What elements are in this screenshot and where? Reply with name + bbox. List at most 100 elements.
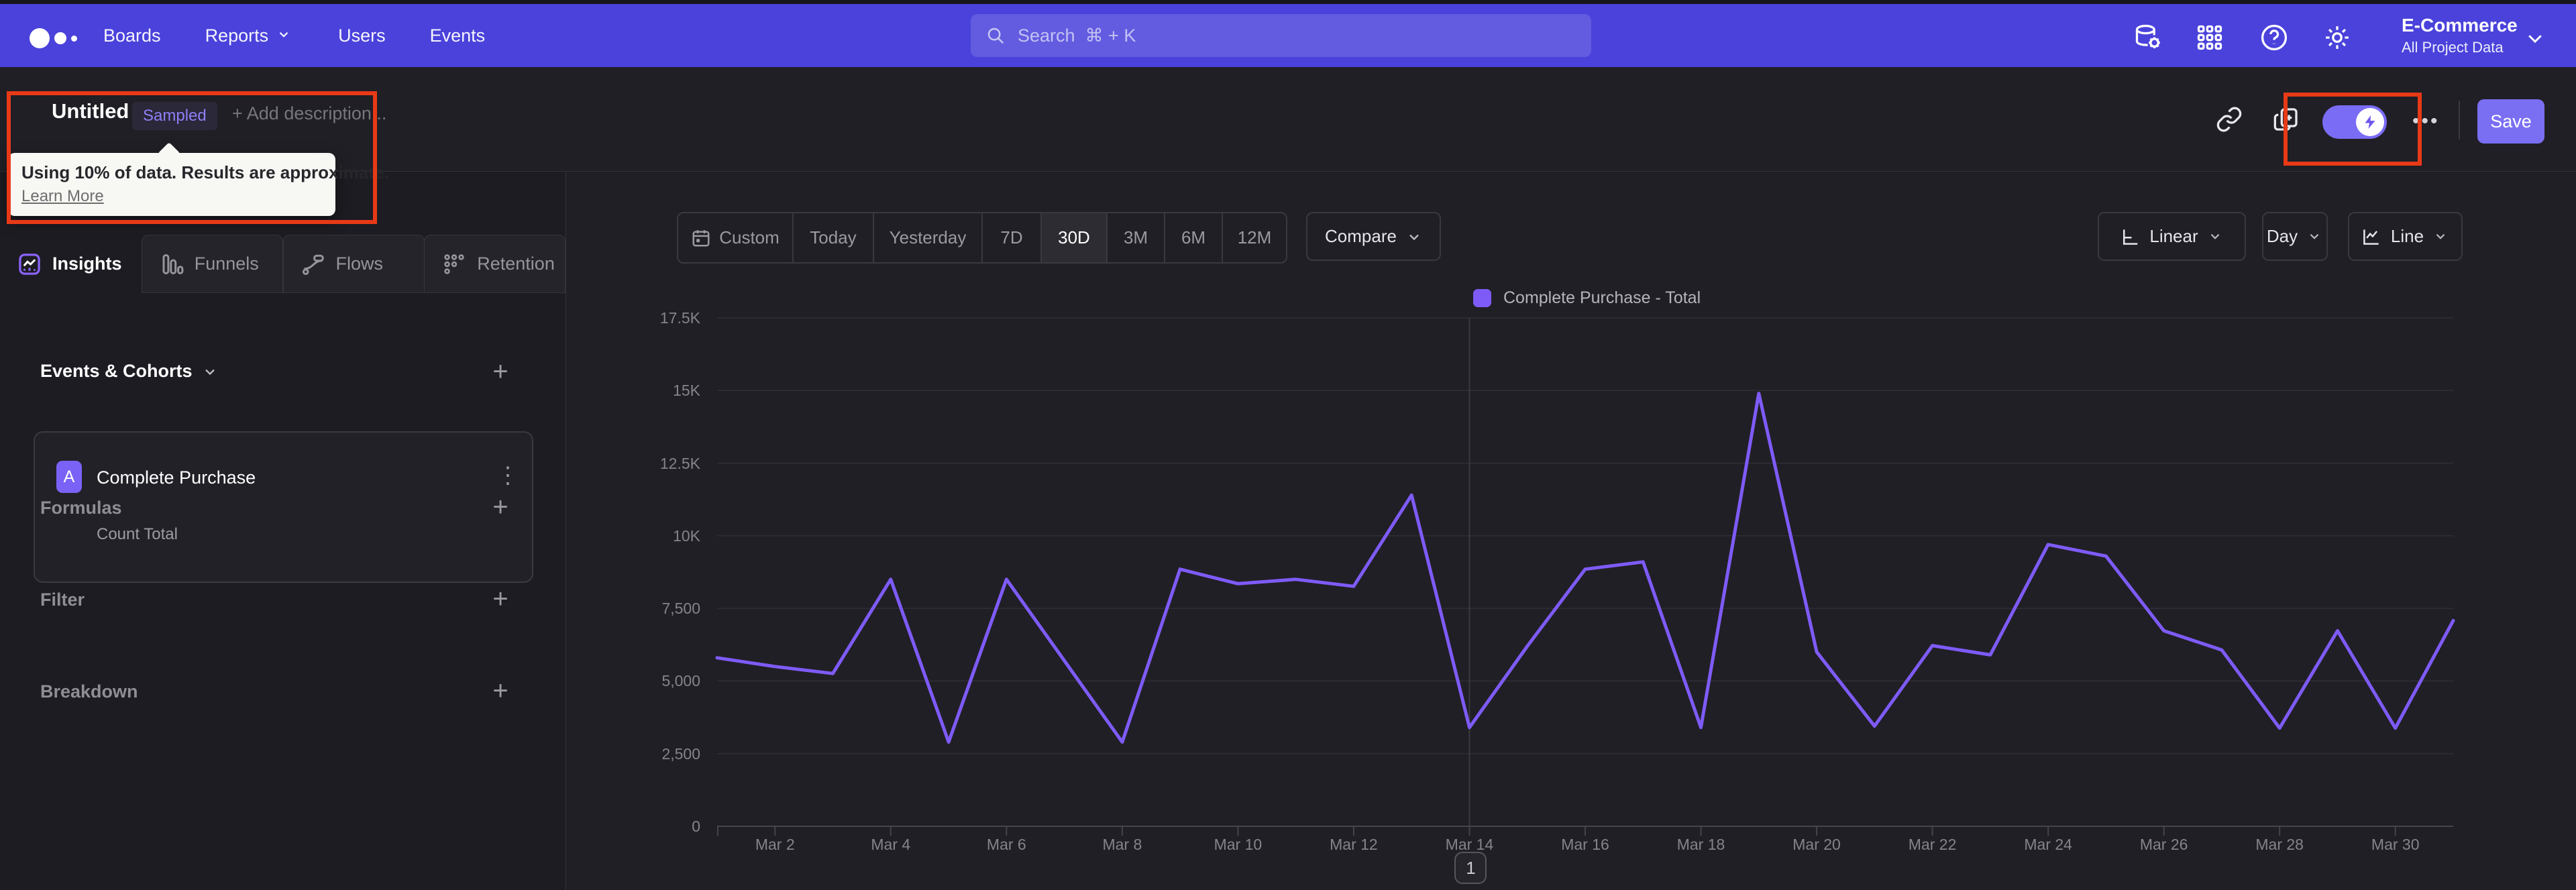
x-tick-label: Mar 2 [755,836,795,853]
tab-flows[interactable]: Flows [282,235,425,293]
nav-item-boards[interactable]: Boards [103,25,161,46]
report-title[interactable]: Untitled [52,99,129,123]
share-link-icon[interactable] [2216,106,2243,133]
nav-item-label: Events [429,25,486,46]
tab-label: Retention [477,254,555,274]
sampled-badge[interactable]: Sampled [132,102,217,130]
y-tick-label: 5,000 [661,672,700,690]
y-tick-label: 10K [673,526,700,545]
top-nav-bar: Boards Reports Users Events E-Commerce All … [0,4,2576,67]
tab-funnels[interactable]: Funnels [141,235,283,293]
settings-gear-icon[interactable] [2322,23,2352,52]
range-7d[interactable]: 7D [983,213,1042,262]
axis-icon [2120,227,2140,247]
toggle-knob [2356,108,2384,136]
search-input[interactable] [1016,24,1576,47]
section-label-filter: Filter [40,590,85,610]
series-line[interactable] [715,392,2455,744]
tab-retention[interactable]: Retention [424,235,566,293]
apps-grid-icon[interactable] [2195,23,2224,52]
tab-label: Flows [335,254,384,274]
event-series-badge: A [56,461,82,493]
section-label-breakdown: Breakdown [40,681,138,702]
range-3m[interactable]: 3M [1108,213,1165,262]
add-filter-button[interactable]: + [487,586,514,614]
add-formulas-button[interactable]: + [487,494,514,522]
range-yesterday[interactable]: Yesterday [874,213,983,262]
range-30d[interactable]: 30D [1042,213,1108,262]
range-label: 3M [1123,227,1148,247]
add-to-board-icon[interactable] [2273,106,2300,133]
tab-label: Funnels [194,254,259,274]
search-bar[interactable] [971,14,1591,57]
chevron-down-icon [276,27,294,44]
x-tick-label: Mar 28 [2255,836,2304,853]
y-tick-label: 12.5K [659,454,700,472]
x-tick-label: Mar 14 [1445,836,1494,853]
project-scope: All Project Data [2402,39,2504,56]
chart-legend[interactable]: Complete Purchase - Total [1473,288,1701,308]
nav-item-users[interactable]: Users [338,25,386,46]
funnels-icon [160,252,184,276]
range-label: 7D [1000,227,1023,247]
range-label: 6M [1181,227,1206,247]
range-label: Custom [719,227,780,247]
add-description-button[interactable]: + Add description... [232,103,386,124]
tooltip-text: Using 10% of data. Results are approxima… [21,162,389,182]
logo-dot [30,28,50,48]
range-custom[interactable]: Custom [678,213,794,262]
y-tick-label: 15K [673,382,700,400]
x-tick-label: Mar 10 [1214,836,1263,853]
project-switcher[interactable]: E-Commerce All Project Data [2402,15,2518,56]
range-today[interactable]: Today [794,213,874,262]
sampling-tooltip: Using 10% of data. Results are approxima… [8,142,389,216]
x-tick-label: Mar 4 [871,836,911,853]
range-6m[interactable]: 6M [1165,213,1223,262]
chart-canvas [715,317,2455,836]
x-tick-label: Mar 8 [1102,836,1142,853]
compare-button[interactable]: Compare [1306,212,1441,261]
sampling-toggle[interactable] [2322,105,2387,139]
chevron-down-icon [2433,229,2449,245]
annotation-marker[interactable]: 1 [1454,852,1487,884]
learn-more-link[interactable]: Learn More [21,187,322,206]
nav-item-label: Users [338,25,386,46]
setting-label: Line [2390,226,2424,246]
flows-icon [301,252,325,276]
range-label: 30D [1058,227,1090,247]
setting-label: Day [2266,226,2298,246]
events-cohorts-header[interactable]: Events & Cohorts [40,361,218,382]
save-button[interactable]: Save [2477,99,2544,144]
range-label: Yesterday [889,227,967,247]
linear-selector[interactable]: Linear [2098,212,2246,261]
mixpanel-app: Boards Reports Users Events E-Commerce All … [0,0,2576,890]
nav-item-reports[interactable]: Reports [205,25,294,46]
add-breakdown-button[interactable]: + [487,677,514,706]
range-12m[interactable]: 12M [1223,213,1286,262]
linechart-icon [2361,227,2381,247]
more-options-button[interactable]: ••• [2412,110,2440,133]
y-tick-label: 0 [692,818,700,835]
nav-item-label: Reports [205,25,269,46]
event-name[interactable]: Complete Purchase [97,467,256,488]
tab-insights[interactable]: Insights [0,235,142,293]
y-tick-label: 17.5K [659,309,700,327]
chevron-down-icon [2525,28,2545,48]
retention-icon [442,252,466,276]
line-selector[interactable]: Line [2348,212,2463,261]
day-selector[interactable]: Day [2262,212,2328,261]
event-metric[interactable]: Count Total [97,525,178,544]
mixpanel-logo[interactable] [30,28,77,48]
logo-dot [71,35,77,42]
date-range-selector: Custom Today Yesterday 7D 30D 3M 6M 12M [677,212,1287,264]
logo-dot [54,32,66,44]
insights-icon [17,252,42,276]
help-icon[interactable] [2259,23,2289,52]
add-event-button[interactable]: + [487,358,514,386]
x-tick-label: Mar 6 [986,836,1026,853]
nav-item-events[interactable]: Events [430,25,486,46]
event-options-kebab[interactable]: ⋮ [496,462,519,489]
data-management-icon[interactable] [2133,23,2163,52]
x-tick-label: Mar 12 [1330,836,1378,853]
project-name: E-Commerce [2402,15,2518,36]
